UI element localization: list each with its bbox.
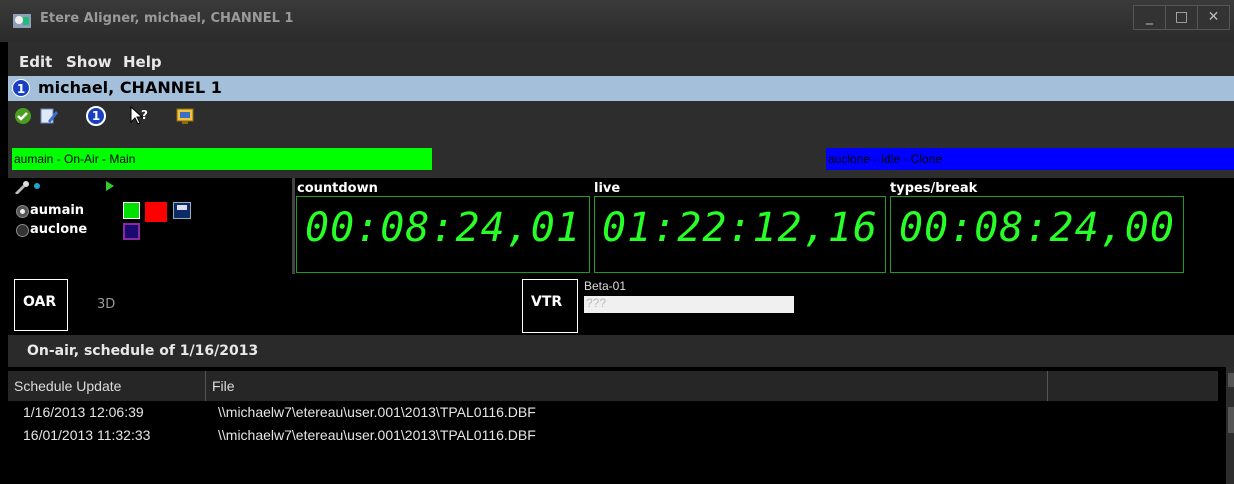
panel-divider [292,178,295,274]
menu-show[interactable]: Show [66,53,112,71]
schedule-title: On-air, schedule of 1/16/2013 [27,343,259,359]
minimize-button[interactable]: _ [1133,5,1166,30]
channel-header: 1 michael, CHANNEL 1 [8,76,1234,101]
server-panel: aumain auclone [8,178,292,274]
app-icon [12,12,32,30]
server-label-aumain: aumain [30,203,85,218]
scroll-thumb[interactable] [1228,407,1234,433]
types-break-value: 00:08:24,00 [899,205,1175,251]
schedule-header: On-air, schedule of 1/16/2013 [8,335,1234,367]
column-header-schedule-update[interactable]: Schedule Update [8,371,206,401]
types-break-label: types/break [890,181,978,196]
table-header-row: Schedule Update File [8,371,1218,401]
title-bar: Etere Aligner, michael, CHANNEL 1 _ □ ✕ [0,0,1234,42]
channel-title: michael, CHANNEL 1 [38,78,222,97]
toolbar: 1 ? [8,101,1234,131]
blue-status-swatch[interactable] [123,223,140,240]
red-status-swatch[interactable] [145,202,167,222]
edit-icon[interactable] [38,105,60,127]
row-schedule-update: 16/01/2013 11:32:33 [23,427,151,443]
row-schedule-update: 1/16/2013 12:06:39 [23,404,144,420]
vtr-button[interactable]: VTR [522,279,578,333]
play-icon[interactable] [105,180,115,196]
scroll-up-icon[interactable] [1228,373,1234,387]
help-question-mark: ? [141,108,148,122]
live-value: 01:22:12,16 [602,205,878,251]
confirm-icon[interactable] [12,105,34,127]
oar-button[interactable]: OAR [14,279,68,331]
status-dot-icon [34,183,40,189]
countdown-display: 00:08:24,01 [296,196,590,273]
help-pointer-icon[interactable]: ? [128,105,150,127]
close-button[interactable]: ✕ [1197,5,1230,30]
mode-3d-label: 3D [97,297,116,312]
types-break-display: 00:08:24,00 [890,196,1184,273]
server-radio-auclone[interactable] [16,224,29,237]
table-row[interactable]: 16/01/2013 11:32:33 \\michaelw7\etereau\… [8,426,1218,446]
maximize-button[interactable]: □ [1165,5,1198,30]
status-area: aumain - On-Air - Main auclone - Idle - … [8,131,1234,178]
vtr-label: VTR [531,294,563,310]
table-row[interactable]: 1/16/2013 12:06:39 \\michaelw7\etereau\u… [8,403,1218,423]
green-status-swatch[interactable] [123,202,140,219]
save-icon[interactable] [173,202,191,219]
window-title: Etere Aligner, michael, CHANNEL 1 [40,11,294,26]
vtr-status-field[interactable]: ??? [584,296,794,313]
column-header-file[interactable]: File [206,371,1048,401]
countdown-label: countdown [297,181,378,196]
clone-status-bar: auclone - Idle - Clone [826,148,1234,170]
tools-icon[interactable] [14,180,30,198]
row-file: \\michaelw7\etereau\user.001\2013\TPAL01… [218,427,536,443]
live-label: live [594,181,621,196]
live-display: 01:22:12,16 [594,196,886,273]
oar-label: OAR [23,294,57,310]
monitor-icon[interactable] [174,105,196,127]
schedule-table: Schedule Update File 1/16/2013 12:06:39 … [8,367,1234,484]
server-label-auclone: auclone [30,222,88,237]
channel-1-icon[interactable]: 1 [86,106,106,126]
menu-help[interactable]: Help [123,53,162,71]
server-radio-aumain[interactable] [16,205,29,218]
channel-number-badge: 1 [12,79,30,97]
countdown-value: 00:08:24,01 [305,205,581,251]
menu-edit[interactable]: Edit [19,53,52,71]
menu-bar: Edit Show Help [8,42,1234,76]
main-status-bar: aumain - On-Air - Main [12,148,432,170]
vtr-device-name: Beta-01 [584,279,627,293]
row-file: \\michaelw7\etereau\user.001\2013\TPAL01… [218,404,536,420]
vertical-scrollbar[interactable] [1226,367,1234,484]
